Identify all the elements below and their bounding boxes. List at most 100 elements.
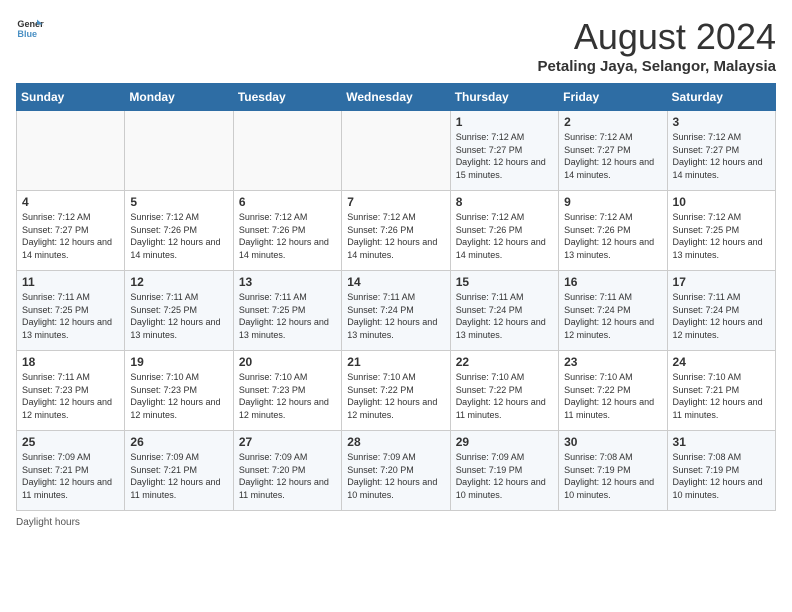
day-cell: 30 Sunrise: 7:08 AM Sunset: 7:19 PM Dayli…	[559, 431, 667, 511]
logo-icon: General Blue	[16, 16, 44, 44]
day-info: Sunrise: 7:12 AM Sunset: 7:26 PM Dayligh…	[130, 211, 227, 261]
header-cell-wednesday: Wednesday	[342, 84, 450, 111]
day-cell: 28 Sunrise: 7:09 AM Sunset: 7:20 PM Dayli…	[342, 431, 450, 511]
day-number: 23	[564, 355, 661, 369]
day-info: Sunrise: 7:10 AM Sunset: 7:22 PM Dayligh…	[347, 371, 444, 421]
day-cell	[233, 111, 341, 191]
day-number: 4	[22, 195, 119, 209]
day-info: Sunrise: 7:11 AM Sunset: 7:25 PM Dayligh…	[239, 291, 336, 341]
day-number: 12	[130, 275, 227, 289]
day-cell: 23 Sunrise: 7:10 AM Sunset: 7:22 PM Dayli…	[559, 351, 667, 431]
calendar-title: August 2024	[538, 16, 776, 58]
day-info: Sunrise: 7:11 AM Sunset: 7:24 PM Dayligh…	[347, 291, 444, 341]
day-cell: 18 Sunrise: 7:11 AM Sunset: 7:23 PM Dayli…	[17, 351, 125, 431]
day-number: 18	[22, 355, 119, 369]
day-info: Sunrise: 7:12 AM Sunset: 7:26 PM Dayligh…	[239, 211, 336, 261]
day-number: 11	[22, 275, 119, 289]
day-cell: 29 Sunrise: 7:09 AM Sunset: 7:19 PM Dayli…	[450, 431, 558, 511]
logo: General Blue	[16, 16, 44, 44]
day-cell: 8 Sunrise: 7:12 AM Sunset: 7:26 PM Daylig…	[450, 191, 558, 271]
day-number: 2	[564, 115, 661, 129]
calendar-subtitle: Petaling Jaya, Selangor, Malaysia	[538, 58, 776, 75]
day-info: Sunrise: 7:08 AM Sunset: 7:19 PM Dayligh…	[564, 451, 661, 501]
day-cell: 2 Sunrise: 7:12 AM Sunset: 7:27 PM Daylig…	[559, 111, 667, 191]
day-info: Sunrise: 7:09 AM Sunset: 7:20 PM Dayligh…	[347, 451, 444, 501]
day-cell: 3Sunrise: 7:12 AM Sunset: 7:27 PM Daylig…	[667, 111, 775, 191]
day-info: Sunrise: 7:10 AM Sunset: 7:23 PM Dayligh…	[239, 371, 336, 421]
day-info: Sunrise: 7:10 AM Sunset: 7:22 PM Dayligh…	[456, 371, 553, 421]
day-number: 7	[347, 195, 444, 209]
day-number: 26	[130, 435, 227, 449]
day-number: 29	[456, 435, 553, 449]
header-cell-tuesday: Tuesday	[233, 84, 341, 111]
day-number: 14	[347, 275, 444, 289]
calendar-header: SundayMondayTuesdayWednesdayThursdayFrid…	[17, 84, 776, 111]
day-cell: 9Sunrise: 7:12 AM Sunset: 7:26 PM Daylig…	[559, 191, 667, 271]
day-cell: 31 Sunrise: 7:08 AM Sunset: 7:19 PM Dayli…	[667, 431, 775, 511]
day-number: 8	[456, 195, 553, 209]
day-cell: 15 Sunrise: 7:11 AM Sunset: 7:24 PM Dayli…	[450, 271, 558, 351]
day-cell: 21Sunrise: 7:10 AM Sunset: 7:22 PM Dayli…	[342, 351, 450, 431]
day-number: 30	[564, 435, 661, 449]
day-number: 1	[456, 115, 553, 129]
day-cell: 24 Sunrise: 7:10 AM Sunset: 7:21 PM Dayli…	[667, 351, 775, 431]
day-cell	[17, 111, 125, 191]
day-number: 31	[673, 435, 770, 449]
day-number: 25	[22, 435, 119, 449]
week-row-1: 4 Sunrise: 7:12 AM Sunset: 7:27 PM Daylig…	[17, 191, 776, 271]
day-info: Sunrise: 7:10 AM Sunset: 7:23 PM Dayligh…	[130, 371, 227, 421]
day-info: Sunrise: 7:12 AM Sunset: 7:27 PM Dayligh…	[22, 211, 119, 261]
day-cell: 10Sunrise: 7:12 AM Sunset: 7:25 PM Dayli…	[667, 191, 775, 271]
day-info: Sunrise: 7:08 AM Sunset: 7:19 PM Dayligh…	[673, 451, 770, 501]
day-number: 19	[130, 355, 227, 369]
calendar-table: SundayMondayTuesdayWednesdayThursdayFrid…	[16, 83, 776, 511]
day-info: Sunrise: 7:12 AM Sunset: 7:26 PM Dayligh…	[347, 211, 444, 261]
day-number: 20	[239, 355, 336, 369]
day-info: Sunrise: 7:09 AM Sunset: 7:21 PM Dayligh…	[130, 451, 227, 501]
day-info: Sunrise: 7:09 AM Sunset: 7:19 PM Dayligh…	[456, 451, 553, 501]
day-number: 5	[130, 195, 227, 209]
day-info: Sunrise: 7:11 AM Sunset: 7:24 PM Dayligh…	[456, 291, 553, 341]
week-row-4: 25 Sunrise: 7:09 AM Sunset: 7:21 PM Dayli…	[17, 431, 776, 511]
day-cell: 5 Sunrise: 7:12 AM Sunset: 7:26 PM Daylig…	[125, 191, 233, 271]
day-info: Sunrise: 7:12 AM Sunset: 7:26 PM Dayligh…	[456, 211, 553, 261]
header-cell-friday: Friday	[559, 84, 667, 111]
day-cell	[342, 111, 450, 191]
day-cell: 4 Sunrise: 7:12 AM Sunset: 7:27 PM Daylig…	[17, 191, 125, 271]
day-info: Sunrise: 7:10 AM Sunset: 7:22 PM Dayligh…	[564, 371, 661, 421]
day-number: 22	[456, 355, 553, 369]
day-cell: 27Sunrise: 7:09 AM Sunset: 7:20 PM Dayli…	[233, 431, 341, 511]
calendar-body: 1 Sunrise: 7:12 AM Sunset: 7:27 PM Daylig…	[17, 111, 776, 511]
day-number: 13	[239, 275, 336, 289]
day-number: 28	[347, 435, 444, 449]
day-cell: 1 Sunrise: 7:12 AM Sunset: 7:27 PM Daylig…	[450, 111, 558, 191]
day-number: 6	[239, 195, 336, 209]
day-cell	[125, 111, 233, 191]
day-cell: 11Sunrise: 7:11 AM Sunset: 7:25 PM Dayli…	[17, 271, 125, 351]
day-number: 24	[673, 355, 770, 369]
day-info: Sunrise: 7:12 AM Sunset: 7:27 PM Dayligh…	[564, 131, 661, 181]
day-info: Sunrise: 7:12 AM Sunset: 7:26 PM Dayligh…	[564, 211, 661, 261]
day-info: Sunrise: 7:11 AM Sunset: 7:24 PM Dayligh…	[564, 291, 661, 341]
day-number: 3	[673, 115, 770, 129]
header-cell-saturday: Saturday	[667, 84, 775, 111]
day-info: Sunrise: 7:12 AM Sunset: 7:27 PM Dayligh…	[456, 131, 553, 181]
title-block: August 2024 Petaling Jaya, Selangor, Mal…	[538, 16, 776, 75]
header-row: SundayMondayTuesdayWednesdayThursdayFrid…	[17, 84, 776, 111]
header-cell-thursday: Thursday	[450, 84, 558, 111]
day-info: Sunrise: 7:10 AM Sunset: 7:21 PM Dayligh…	[673, 371, 770, 421]
week-row-3: 18 Sunrise: 7:11 AM Sunset: 7:23 PM Dayli…	[17, 351, 776, 431]
day-cell: 6 Sunrise: 7:12 AM Sunset: 7:26 PM Daylig…	[233, 191, 341, 271]
day-info: Sunrise: 7:09 AM Sunset: 7:20 PM Dayligh…	[239, 451, 336, 501]
day-cell: 7 Sunrise: 7:12 AM Sunset: 7:26 PM Daylig…	[342, 191, 450, 271]
day-cell: 19 Sunrise: 7:10 AM Sunset: 7:23 PM Dayli…	[125, 351, 233, 431]
svg-text:Blue: Blue	[17, 29, 37, 39]
day-info: Sunrise: 7:11 AM Sunset: 7:23 PM Dayligh…	[22, 371, 119, 421]
week-row-0: 1 Sunrise: 7:12 AM Sunset: 7:27 PM Daylig…	[17, 111, 776, 191]
day-cell: 17Sunrise: 7:11 AM Sunset: 7:24 PM Dayli…	[667, 271, 775, 351]
day-info: Sunrise: 7:09 AM Sunset: 7:21 PM Dayligh…	[22, 451, 119, 501]
day-number: 15	[456, 275, 553, 289]
day-cell: 12Sunrise: 7:11 AM Sunset: 7:25 PM Dayli…	[125, 271, 233, 351]
day-cell: 14 Sunrise: 7:11 AM Sunset: 7:24 PM Dayli…	[342, 271, 450, 351]
day-cell: 22 Sunrise: 7:10 AM Sunset: 7:22 PM Dayli…	[450, 351, 558, 431]
